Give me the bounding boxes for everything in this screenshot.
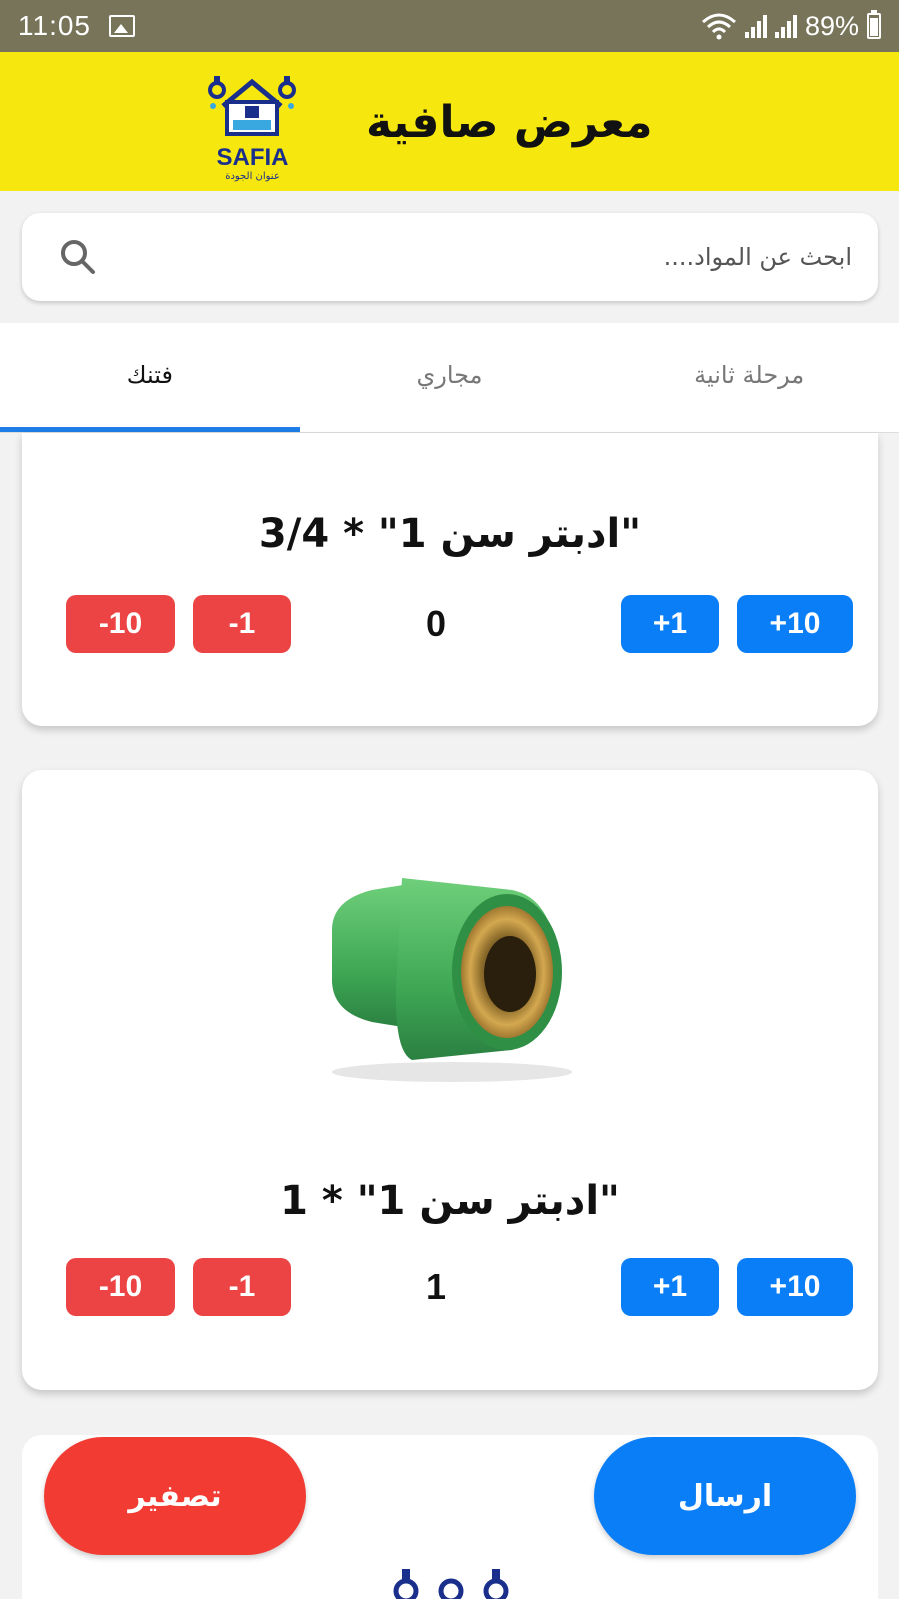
plus-ten-button[interactable]: +10	[737, 1258, 853, 1316]
logo-emblem-icon	[208, 76, 296, 136]
battery-percent: 89%	[804, 10, 859, 41]
wifi-icon	[701, 13, 736, 40]
category-tabs: فتنك مجاري مرحلة ثانية	[0, 323, 899, 433]
plus-one-button[interactable]: +1	[621, 1258, 719, 1316]
product-card: ادبتر سن 1" * 3/4" -10 -1 0 +1 +10	[22, 433, 878, 726]
signal-icon	[744, 14, 767, 38]
footer-logo-icon	[393, 1569, 509, 1599]
clock: 11:05	[18, 10, 91, 41]
status-bar: 11:05 89%	[0, 0, 899, 52]
search-icon[interactable]	[58, 237, 98, 277]
minus-ten-button[interactable]: -10	[66, 595, 175, 653]
product-image	[332, 878, 572, 1082]
battery-icon	[867, 10, 881, 39]
app-header: SAFIA عنوان الجودة معرض صافية	[0, 52, 899, 191]
tab-fitting[interactable]: فتنك	[0, 323, 300, 432]
search-input[interactable]	[112, 213, 852, 301]
safia-logo: SAFIA عنوان الجودة	[205, 72, 305, 182]
quantity-controls: -10 -1 0 +1 +10	[66, 595, 853, 653]
minus-ten-button[interactable]: -10	[66, 1258, 175, 1316]
quantity-controls: -10 -1 1 +1 +10	[66, 1258, 853, 1316]
tab-second-stage[interactable]: مرحلة ثانية	[599, 323, 899, 432]
product-name: ادبتر سن 1" * 3/4"	[258, 511, 642, 557]
quantity-value: 0	[425, 603, 447, 644]
minus-one-button[interactable]: -1	[193, 1258, 291, 1316]
search-bar	[22, 213, 878, 301]
signal-icon	[774, 14, 797, 38]
minus-one-button[interactable]: -1	[193, 595, 291, 653]
plus-ten-button[interactable]: +10	[737, 595, 853, 653]
quantity-value: 1	[425, 1266, 447, 1307]
gallery-icon	[109, 15, 135, 37]
tab-drainage[interactable]: مجاري	[300, 323, 600, 432]
app-title: معرض صافية	[366, 97, 653, 148]
product-name: ادبتر سن 1" * 1"	[280, 1178, 620, 1224]
reset-button[interactable]: تصفير	[44, 1437, 306, 1555]
product-card: ادبتر سن 1" * 1" -10 -1 1 +1 +10	[22, 770, 878, 1390]
send-button[interactable]: ارسال	[594, 1437, 856, 1555]
plus-one-button[interactable]: +1	[621, 595, 719, 653]
